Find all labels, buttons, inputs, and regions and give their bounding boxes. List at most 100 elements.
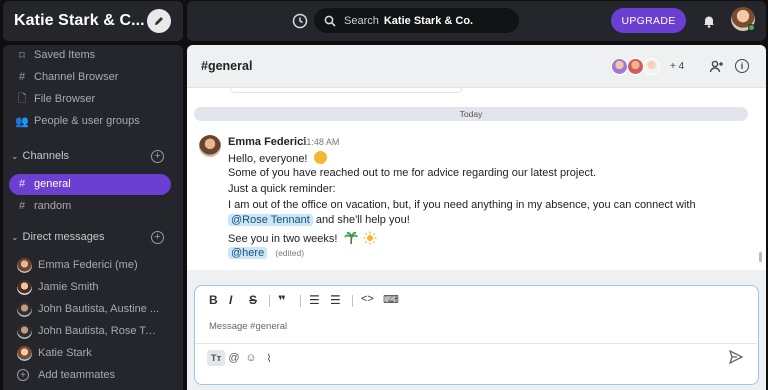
add-user-icon[interactable] — [707, 58, 725, 76]
message-text: See you in two weeks! — [228, 233, 338, 245]
channel-header: #general + 4 i — [187, 45, 766, 88]
dm-label: Emma Federici (me) — [38, 259, 138, 271]
sidebar-item-channel-browser[interactable]: # Channel Browser — [3, 66, 183, 88]
search-team: Katie Stark & Co. — [383, 14, 474, 27]
avatar — [17, 279, 32, 295]
message-timestamp: 11:48 AM — [302, 137, 340, 147]
sidebar-item-general[interactable]: # general — [3, 173, 183, 195]
member-avatar[interactable] — [611, 58, 628, 75]
bullet-list-icon[interactable]: ☰ — [330, 293, 341, 307]
channels-section-header[interactable]: ⌄ Channels — [11, 150, 69, 162]
previous-message-edge — [230, 85, 462, 93]
bell-icon[interactable] — [700, 12, 718, 30]
here-mention[interactable]: @here — [228, 247, 268, 259]
send-icon[interactable] — [729, 350, 743, 364]
strikethrough-icon[interactable]: S — [249, 293, 257, 307]
dm-label: Katie Stark — [38, 347, 92, 359]
smile-emoji-icon — [313, 151, 327, 164]
message-line: Just a quick reminder: — [228, 183, 336, 195]
people-icon: 👥 — [15, 115, 29, 128]
add-dm-icon[interactable]: + — [151, 231, 164, 244]
sidebar-item-people[interactable]: 👥 People & user groups — [3, 110, 183, 132]
attach-icon[interactable]: ⌇ — [261, 350, 277, 366]
message-input[interactable]: Message #general — [209, 321, 287, 332]
channel-title[interactable]: #general — [201, 59, 252, 73]
top-bar: Search Katie Stark & Co. UPGRADE — [187, 1, 766, 41]
mention-icon[interactable]: @ — [226, 350, 242, 366]
bookmark-icon: ⌑ — [19, 49, 25, 62]
team-header[interactable]: Katie Stark & C... ⌄ — [3, 1, 183, 41]
palm-tree-emoji-icon — [343, 231, 358, 245]
quote-icon[interactable]: ❞ — [278, 293, 286, 309]
date-divider: Today — [194, 107, 748, 121]
channel-label: general — [34, 178, 71, 190]
hash-icon: # — [18, 200, 26, 212]
sidebar: ⌑ Saved Items # Channel Browser 🗋 File B… — [3, 45, 183, 390]
sidebar-item-label: Channel Browser — [34, 71, 119, 83]
scrollbar[interactable] — [759, 252, 762, 262]
member-avatar[interactable] — [627, 58, 644, 75]
member-avatar[interactable] — [643, 58, 660, 75]
formatting-toggle-icon[interactable]: Tт — [207, 350, 225, 366]
chevron-down-icon[interactable]: ⌄ — [11, 232, 19, 243]
dm-item[interactable]: Jamie Smith — [3, 276, 183, 298]
edited-label: (edited) — [275, 248, 305, 258]
code-block-icon[interactable]: ⌨ — [383, 293, 399, 306]
hash-icon: # — [18, 178, 26, 190]
code-icon[interactable]: <> — [361, 293, 374, 305]
message-line: Hello, everyone! — [228, 151, 327, 165]
online-status-dot — [748, 24, 755, 31]
message-line: Some of you have reached out to me for a… — [228, 167, 597, 179]
message-line: See you in two weeks! — [228, 231, 377, 245]
dm-label: John Bautista, Rose Ten... — [38, 325, 160, 337]
message-author[interactable]: Emma Federici — [228, 136, 306, 148]
dm-item[interactable]: John Bautista, Austine ... — [3, 298, 183, 320]
info-icon[interactable]: i — [735, 59, 749, 73]
upgrade-button[interactable]: UPGRADE — [611, 8, 686, 33]
team-name[interactable]: Katie Stark & C... — [14, 12, 145, 30]
avatar[interactable] — [199, 135, 221, 157]
avatar — [17, 345, 32, 361]
history-clock-icon[interactable] — [291, 12, 309, 30]
sidebar-item-file-browser[interactable]: 🗋 File Browser — [3, 88, 183, 110]
dm-item[interactable]: Emma Federici (me) — [3, 254, 183, 276]
sun-emoji-icon — [363, 231, 377, 245]
member-count[interactable]: + 4 — [670, 61, 684, 72]
emoji-icon[interactable]: ☺ — [243, 350, 259, 366]
message-composer: B I S ❞ ☰ ☰ <> ⌨ Message #general Tт @ ☺… — [194, 285, 759, 385]
avatar — [17, 301, 32, 317]
main-panel: #general + 4 i Today Emma Federici 11:48… — [187, 45, 766, 390]
dms-section-header[interactable]: ⌄ Direct messages — [11, 231, 104, 243]
file-search-icon: 🗋 — [17, 92, 27, 105]
compose-button[interactable] — [147, 9, 171, 33]
sidebar-item-saved-items[interactable]: ⌑ Saved Items — [3, 44, 183, 66]
dms-title: Direct messages — [22, 231, 105, 243]
plus-circle-icon: + — [17, 369, 29, 381]
toolbar-divider — [269, 295, 270, 307]
user-mention[interactable]: @Rose Tennant — [228, 214, 313, 226]
composer-divider — [195, 343, 757, 344]
chevron-down-icon[interactable]: ⌄ — [11, 151, 19, 162]
hash-browser-icon: # — [18, 71, 26, 83]
message-text: and she'll help you! — [315, 214, 410, 226]
avatar — [17, 323, 32, 339]
add-teammates-button[interactable]: + Add teammates — [3, 364, 183, 386]
message-line: I am out of the office on vacation, but,… — [228, 199, 696, 211]
pencil-icon — [155, 17, 163, 25]
dm-item[interactable]: Katie Stark — [3, 342, 183, 364]
dm-item[interactable]: John Bautista, Rose Ten... — [3, 320, 183, 342]
sidebar-item-label: People & user groups — [34, 115, 140, 127]
add-teammates-label: Add teammates — [38, 369, 116, 381]
app-root: Katie Stark & C... ⌄ Search Katie Stark … — [0, 0, 768, 390]
search-bar[interactable]: Search Katie Stark & Co. — [314, 8, 519, 33]
italic-icon[interactable]: I — [229, 293, 232, 307]
add-channel-icon[interactable]: + — [151, 150, 164, 163]
sidebar-item-random[interactable]: # random — [3, 195, 183, 217]
dm-label: Jamie Smith — [38, 281, 99, 293]
dm-label: John Bautista, Austine ... — [38, 303, 160, 315]
channel-label: random — [34, 200, 72, 212]
bold-icon[interactable]: B — [209, 293, 218, 307]
toolbar-divider — [352, 295, 353, 307]
ordered-list-icon[interactable]: ☰ — [309, 293, 320, 307]
search-icon — [324, 15, 336, 27]
